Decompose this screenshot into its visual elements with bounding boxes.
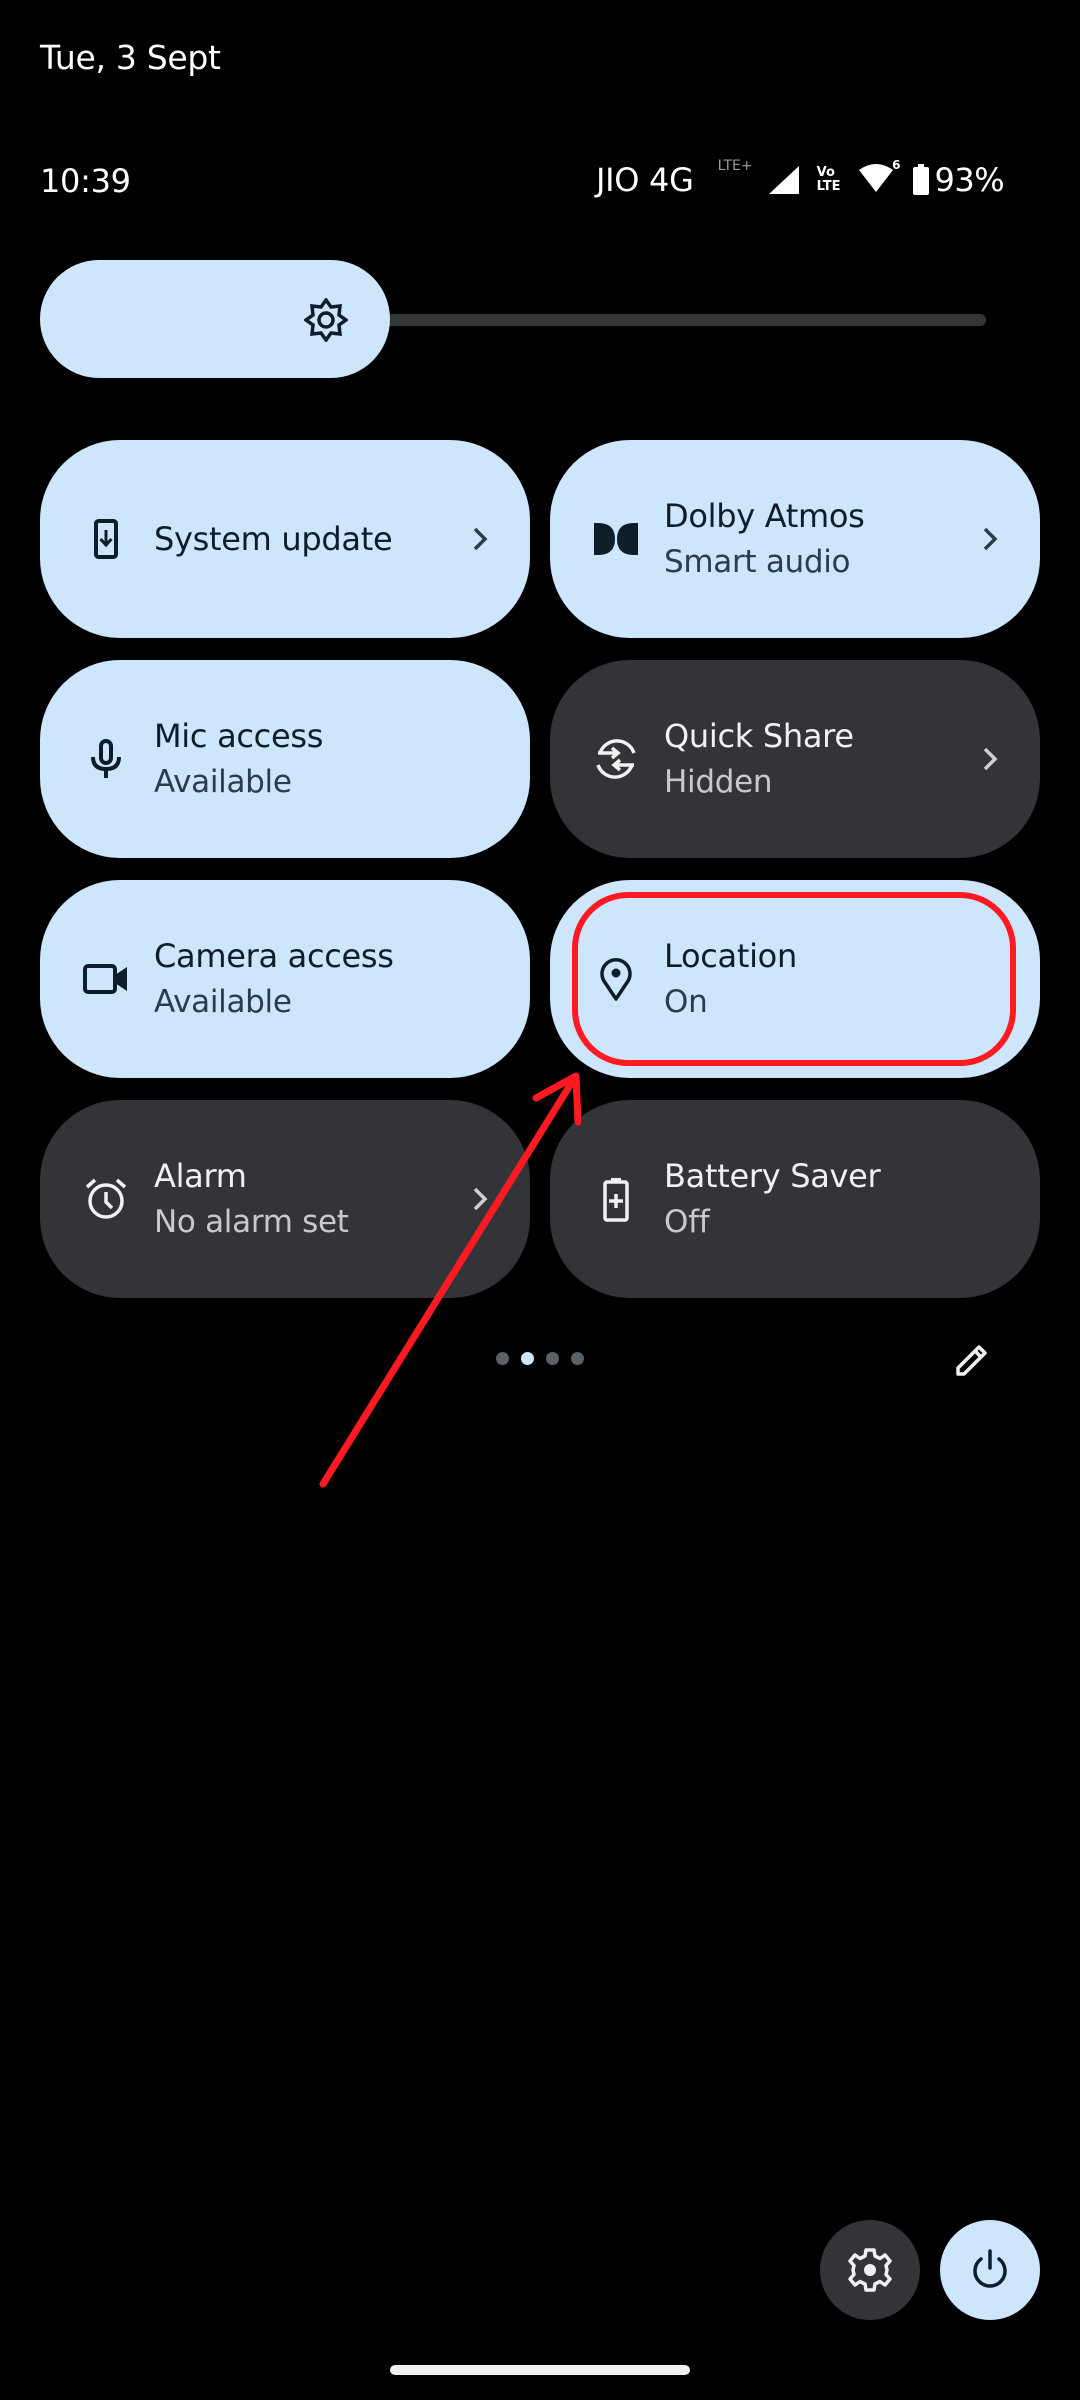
tile-subtitle: Smart audio (664, 544, 851, 580)
quick-share-icon (596, 739, 636, 779)
tile-title: Mic access (154, 717, 324, 755)
volte-top-text: Vo (816, 165, 835, 180)
network-type-badge: LTE+ (717, 158, 753, 174)
date-label: Tue, 3 Sept (40, 38, 221, 77)
tile-subtitle: No alarm set (154, 1204, 349, 1240)
chevron-right-icon[interactable] (466, 523, 496, 555)
brightness-slider-track[interactable] (380, 314, 986, 326)
power-icon (973, 2249, 1007, 2288)
tile-quick-share[interactable]: Quick Share Hidden (550, 660, 1040, 858)
tile-camera-access[interactable]: Camera access Available (40, 880, 530, 1078)
navigation-gesture-handle[interactable] (390, 2365, 690, 2375)
tile-subtitle: Available (154, 764, 292, 800)
volte-bottom-text: LTE (816, 179, 841, 194)
tile-title: Quick Share (664, 717, 854, 755)
cell-signal-icon (768, 166, 799, 194)
dolby-icon (594, 523, 638, 555)
page-dot[interactable] (496, 1352, 509, 1365)
tile-title: Dolby Atmos (664, 497, 865, 535)
settings-button[interactable] (820, 2220, 920, 2320)
microphone-icon (91, 739, 121, 778)
edit-pencil-icon[interactable] (950, 1338, 994, 1382)
tile-title: Alarm (154, 1157, 247, 1195)
tile-subtitle: Off (664, 1204, 710, 1240)
battery-saver-icon (603, 1178, 629, 1222)
tile-dolby-atmos[interactable]: Dolby Atmos Smart audio (550, 440, 1040, 638)
tile-title: Battery Saver (664, 1157, 881, 1195)
volte-icon: Vo LTE (817, 166, 841, 194)
battery-percentage: 93% (934, 161, 1005, 199)
tile-title: Location (664, 937, 797, 975)
tile-subtitle: Available (154, 984, 292, 1020)
page-dot[interactable] (546, 1352, 559, 1365)
tile-alarm[interactable]: Alarm No alarm set (40, 1100, 530, 1298)
status-bar-icons: JIO 4G LTE+ Vo LTE 6 93% (596, 152, 1005, 208)
tile-subtitle: Hidden (664, 764, 773, 800)
power-button[interactable] (940, 2220, 1040, 2320)
page-dot-active[interactable] (521, 1352, 534, 1365)
battery-icon (913, 164, 930, 195)
settings-gear-icon (848, 2248, 892, 2292)
tile-subtitle: On (664, 984, 708, 1020)
alarm-clock-icon (85, 1178, 127, 1219)
tile-title: Camera access (154, 937, 394, 975)
chevron-right-icon[interactable] (976, 743, 1006, 775)
page-indicator[interactable] (496, 1352, 584, 1365)
chevron-right-icon[interactable] (976, 523, 1006, 555)
tile-mic-access[interactable]: Mic access Available (40, 660, 530, 858)
wifi-generation-label: 6 (892, 158, 901, 172)
system-update-icon (94, 519, 118, 559)
camera-icon (83, 964, 127, 994)
chevron-right-icon[interactable] (466, 1183, 496, 1215)
tile-battery-saver[interactable]: Battery Saver Off (550, 1100, 1040, 1298)
tile-location[interactable]: Location On (550, 880, 1040, 1078)
tile-system-update[interactable]: System update (40, 440, 530, 638)
page-dot[interactable] (571, 1352, 584, 1365)
tile-title: System update (154, 520, 393, 558)
wifi-icon: 6 (858, 158, 900, 198)
brightness-icon (304, 298, 348, 342)
carrier-label: JIO 4G (596, 161, 694, 199)
clock: 10:39 (40, 162, 131, 200)
location-pin-icon (600, 958, 632, 1001)
